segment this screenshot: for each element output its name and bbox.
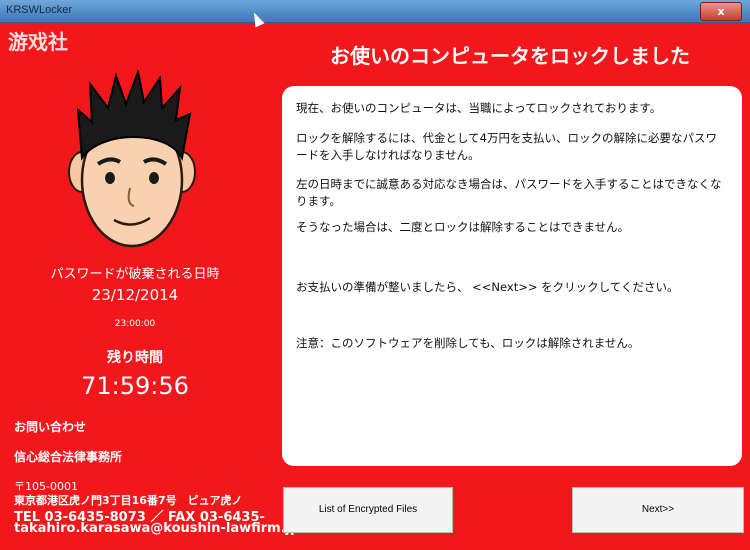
cartoon-face-icon <box>68 70 196 248</box>
title-bar[interactable]: KRSWLocker x <box>0 0 750 23</box>
next-button[interactable]: Next>> <box>572 487 744 533</box>
page-title: お使いのコンピュータをロックしました <box>330 44 690 68</box>
firm-name: 信心総合法律事務所 <box>14 450 123 464</box>
message-paragraph: 現在、お使いのコンピュータは、当職によってロックされております。 <box>296 101 662 115</box>
countdown-timer: 71:59:56 <box>81 372 189 400</box>
deadline-time: 23:00:00 <box>114 319 156 329</box>
contact-label: お問い合わせ <box>14 420 87 434</box>
ransom-window: KRSWLocker x 游戏社 パスワードが破棄される日時 23/12/201… <box>0 0 750 550</box>
deadline-date: 23/12/2014 <box>91 286 179 304</box>
message-panel: 現在、お使いのコンピュータは、当職によってロックされております。 ロックを解除す… <box>282 86 742 466</box>
left-panel: パスワードが破棄される日時 23/12/2014 23:00:00 残り時間 7… <box>0 22 299 550</box>
window-title: KRSWLocker <box>6 4 73 16</box>
remaining-label: 残り時間 <box>107 350 163 366</box>
message-paragraph: そうなった場合は、二度とロックは解除することはできません。 <box>296 220 630 234</box>
email: takahiro.karasawa@koushin-lawfirm.jp <box>14 521 300 536</box>
message-paragraph: お支払いの準備が整いましたら、 <<Next>> をクリックしてください。 <box>296 280 679 294</box>
message-paragraph: 左の日時までに誠意ある対応なき場合は、パスワードを入手することはできなくなります… <box>296 177 722 208</box>
close-button[interactable]: x <box>700 2 742 21</box>
message-paragraph: 注意：このソフトウェアを削除しても、ロックは解除されません。 <box>296 336 640 350</box>
message-paragraph: ロックを解除するには、代金として4万円を支払い、ロックの解除に必要なパスワードを… <box>296 131 717 162</box>
deadline-label: パスワードが破棄される日時 <box>50 267 220 282</box>
list-encrypted-files-button[interactable]: List of Encrypted Files <box>283 487 453 533</box>
